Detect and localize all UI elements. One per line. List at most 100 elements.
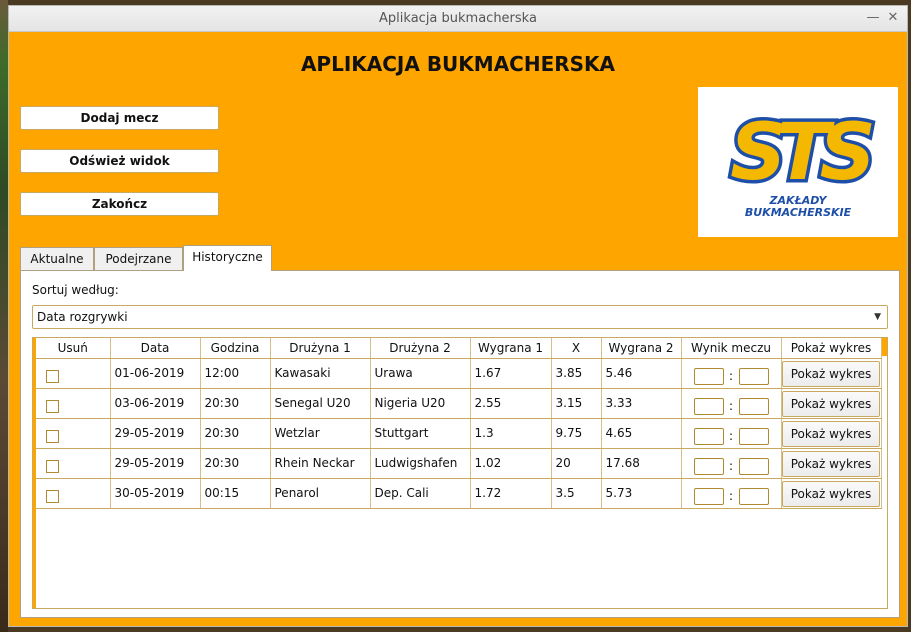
cell-godzina: 20:30 [200, 418, 271, 449]
away-score-input[interactable] [738, 487, 769, 505]
delete-checkbox[interactable] [46, 369, 59, 383]
home-score-input[interactable] [693, 427, 724, 445]
cell-druzyna1: Wetzlar [270, 418, 371, 449]
show-chart-button[interactable]: Pokaż wykres [782, 420, 880, 447]
cell-godzina: 20:30 [200, 388, 271, 419]
chart-cell: Pokaż wykres [781, 358, 882, 389]
show-chart-button[interactable]: Pokaż wykres [782, 480, 880, 507]
home-score-input[interactable] [693, 397, 724, 415]
cell-x: 9.75 [551, 418, 602, 449]
matches-table: Usuń Data Godzina Drużyna 1 Drużyna 2 Wy… [32, 337, 888, 609]
cell-wygrana2: 5.46 [601, 358, 682, 389]
sts-logo: STS ZAKŁADY BUKMACHERSKIE [698, 87, 898, 237]
app-window: Aplikacja bukmacherska — ✕ APLIKACJA BUK… [8, 5, 908, 627]
tab-panel: Sortuj według: Data rozgrywki ▼ Usuń Dat… [20, 270, 900, 618]
show-chart-button[interactable]: Pokaż wykres [782, 390, 880, 417]
add-match-button[interactable]: Dodaj mecz [20, 106, 219, 130]
logo-line2: BUKMACHERSKIE [744, 206, 852, 219]
exit-button[interactable]: Zakończ [20, 192, 219, 216]
show-chart-button[interactable]: Pokaż wykres [782, 360, 880, 387]
delete-checkbox[interactable] [46, 489, 59, 503]
delete-cell [36, 478, 111, 509]
score-cell: : [681, 388, 782, 419]
col-header-godzina[interactable]: Godzina [200, 338, 271, 359]
close-icon[interactable]: ✕ [885, 10, 901, 26]
table-scroll-accent [881, 338, 887, 356]
col-header-wykres[interactable]: Pokaż wykres [781, 338, 882, 359]
tab-aktualne[interactable]: Aktualne [20, 247, 94, 271]
sort-select[interactable]: Data rozgrywki ▼ [32, 305, 888, 329]
chevron-down-icon: ▼ [874, 312, 881, 322]
cell-druzyna2: Nigeria U20 [370, 388, 471, 419]
cell-data: 01-06-2019 [110, 358, 201, 389]
delete-checkbox[interactable] [46, 429, 59, 443]
window-title: Aplikacja bukmacherska [379, 11, 537, 26]
score-cell: : [681, 448, 782, 479]
cell-wygrana1: 1.3 [470, 418, 552, 449]
cell-druzyna1: Penarol [270, 478, 371, 509]
sort-label: Sortuj według: [32, 283, 119, 297]
title-bar[interactable]: Aplikacja bukmacherska — ✕ [9, 6, 907, 32]
col-header-wygrana2[interactable]: Wygrana 2 [601, 338, 682, 359]
cell-wygrana1: 1.67 [470, 358, 552, 389]
home-score-input[interactable] [693, 487, 724, 505]
show-chart-button[interactable]: Pokaż wykres [782, 450, 880, 477]
cell-data: 29-05-2019 [110, 418, 201, 449]
cell-data: 29-05-2019 [110, 448, 201, 479]
cell-godzina: 00:15 [200, 478, 271, 509]
score-separator: : [728, 459, 734, 473]
col-header-data[interactable]: Data [110, 338, 201, 359]
refresh-view-button[interactable]: Odśwież widok [20, 149, 219, 173]
away-score-input[interactable] [738, 367, 769, 385]
cell-x: 3.5 [551, 478, 602, 509]
cell-x: 3.85 [551, 358, 602, 389]
chart-cell: Pokaż wykres [781, 448, 882, 479]
sts-logo-mark: STS [727, 105, 885, 202]
col-header-wynik[interactable]: Wynik meczu [681, 338, 782, 359]
delete-cell [36, 358, 111, 389]
tab-podejrzane[interactable]: Podejrzane [94, 247, 183, 271]
desktop-background [0, 0, 8, 632]
cell-wygrana2: 5.73 [601, 478, 682, 509]
cell-godzina: 12:00 [200, 358, 271, 389]
col-header-wygrana1[interactable]: Wygrana 1 [470, 338, 552, 359]
cell-druzyna1: Kawasaki [270, 358, 371, 389]
tab-historyczne[interactable]: Historyczne [183, 245, 272, 271]
col-header-usun[interactable]: Usuń [36, 338, 111, 359]
score-separator: : [728, 429, 734, 443]
chart-cell: Pokaż wykres [781, 388, 882, 419]
col-header-x[interactable]: X [551, 338, 602, 359]
cell-data: 30-05-2019 [110, 478, 201, 509]
score-separator: : [728, 489, 734, 503]
chart-cell: Pokaż wykres [781, 418, 882, 449]
cell-wygrana1: 1.02 [470, 448, 552, 479]
cell-druzyna1: Senegal U20 [270, 388, 371, 419]
minimize-icon[interactable]: — [865, 10, 881, 26]
away-score-input[interactable] [738, 397, 769, 415]
delete-cell [36, 388, 111, 419]
home-score-input[interactable] [693, 367, 724, 385]
cell-druzyna2: Urawa [370, 358, 471, 389]
app-heading: APLIKACJA BUKMACHERSKA [300, 52, 616, 76]
table-row: 30-05-2019 00:15 Penarol Dep. Cali 1.72 3.5 5.… [36, 478, 882, 509]
col-header-druzyna1[interactable]: Drużyna 1 [270, 338, 371, 359]
table-row: 29-05-2019 20:30 Wetzlar Stuttgart 1.3 9.75 4.… [36, 418, 882, 449]
delete-checkbox[interactable] [46, 459, 59, 473]
logo-letters: STS [730, 108, 871, 192]
table-header-row: Usuń Data Godzina Drużyna 1 Drużyna 2 Wy… [36, 338, 882, 359]
cell-druzyna2: Dep. Cali [370, 478, 471, 509]
cell-wygrana2: 4.65 [601, 418, 682, 449]
table-row: 29-05-2019 20:30 Rhein Neckar Ludwigshafen 1… [36, 448, 882, 479]
col-header-druzyna2[interactable]: Drużyna 2 [370, 338, 471, 359]
delete-checkbox[interactable] [46, 399, 59, 413]
score-cell: : [681, 478, 782, 509]
away-score-input[interactable] [738, 457, 769, 475]
home-score-input[interactable] [693, 457, 724, 475]
cell-wygrana1: 1.72 [470, 478, 552, 509]
table-row: 01-06-2019 12:00 Kawasaki Urawa 1.67 3.85 5.46… [36, 358, 882, 389]
delete-cell [36, 448, 111, 479]
cell-wygrana1: 2.55 [470, 388, 552, 419]
away-score-input[interactable] [738, 427, 769, 445]
cell-wygrana2: 3.33 [601, 388, 682, 419]
score-cell: : [681, 418, 782, 449]
